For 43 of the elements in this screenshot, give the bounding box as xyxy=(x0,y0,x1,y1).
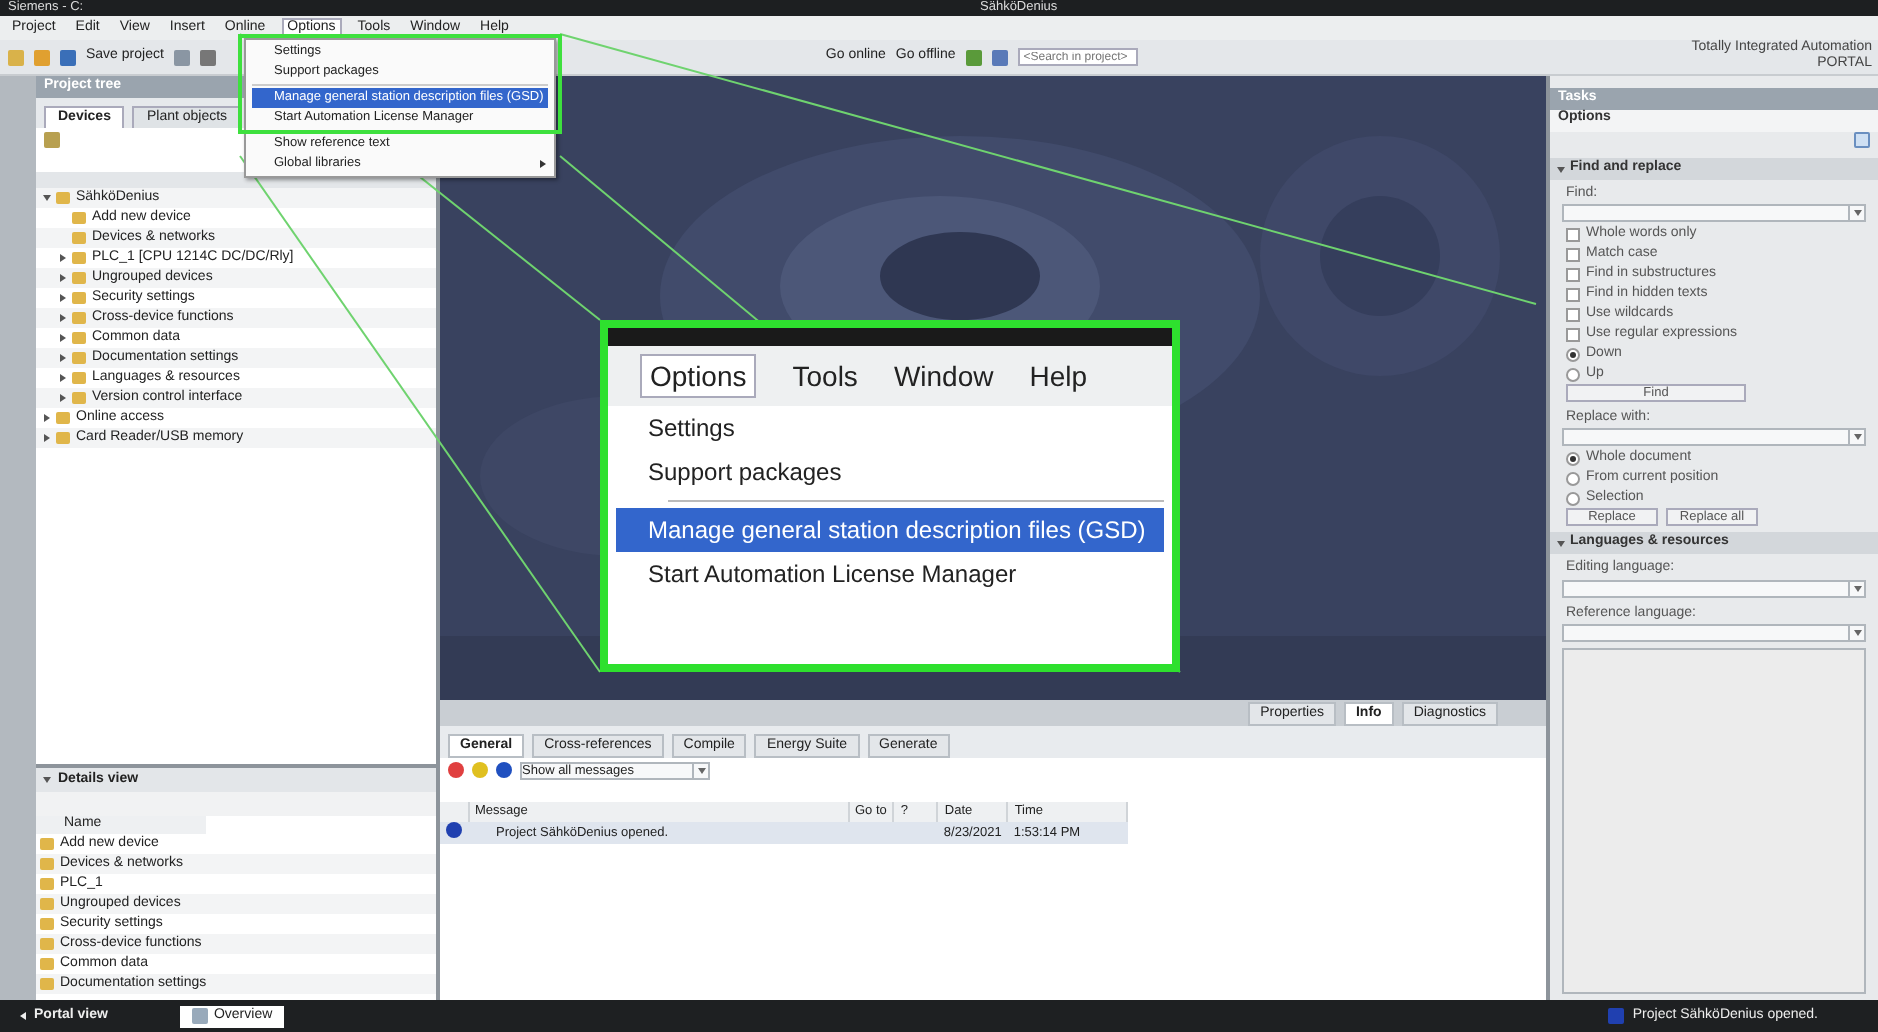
dropdown-arrow-icon xyxy=(1853,629,1861,636)
checkbox[interactable] xyxy=(1566,307,1580,322)
editing-language-field[interactable] xyxy=(1562,579,1866,598)
checkbox[interactable] xyxy=(1566,227,1580,242)
expand-arrow-icon[interactable] xyxy=(60,254,66,263)
dropdown-arrow-icon xyxy=(1853,434,1861,441)
find-field[interactable] xyxy=(1562,204,1866,223)
expand-arrow-icon[interactable] xyxy=(60,354,66,363)
expand-arrow-icon[interactable] xyxy=(60,374,66,383)
menu-item[interactable]: Window xyxy=(893,359,994,393)
replace-field[interactable] xyxy=(1562,428,1866,447)
expand-arrow-icon[interactable] xyxy=(60,334,66,343)
expand-arrow-icon[interactable] xyxy=(44,434,50,443)
expand-arrow-icon[interactable] xyxy=(60,394,66,403)
expand-arrow-icon[interactable] xyxy=(44,414,50,423)
radio-button[interactable] xyxy=(1566,491,1580,506)
radio-button[interactable] xyxy=(1566,471,1580,486)
menu-item[interactable]: Support packages xyxy=(616,450,1164,494)
submenu-arrow-icon xyxy=(540,160,546,168)
menu-item[interactable]: Tools xyxy=(792,359,858,393)
checkbox[interactable] xyxy=(1566,287,1580,302)
dropdown-arrow-icon xyxy=(1853,210,1861,217)
expand-arrow-icon[interactable] xyxy=(1557,540,1565,547)
menu-item[interactable]: Start Automation License Manager xyxy=(616,552,1164,596)
dropdown-arrow-icon xyxy=(1853,585,1861,592)
menu-item[interactable]: Help xyxy=(1029,359,1088,393)
menu-item[interactable]: Manage general station description files (GSD) xyxy=(616,508,1164,552)
expand-arrow-icon[interactable] xyxy=(1557,166,1565,172)
radio-button[interactable] xyxy=(1566,451,1580,466)
checkbox[interactable] xyxy=(1566,247,1580,262)
reference-language-field[interactable] xyxy=(1562,623,1866,642)
back-arrow-icon xyxy=(20,1011,26,1020)
expand-arrow-icon[interactable] xyxy=(60,294,66,303)
menu-item[interactable]: Options xyxy=(640,353,757,399)
collapse-arrow-icon[interactable] xyxy=(43,777,51,783)
radio-button[interactable] xyxy=(1566,347,1580,362)
checkbox[interactable] xyxy=(1566,327,1580,342)
checkbox[interactable] xyxy=(1566,267,1580,282)
dropdown-arrow-icon xyxy=(697,767,705,774)
menu-item[interactable]: Settings xyxy=(616,406,1164,450)
expand-arrow-icon[interactable] xyxy=(60,314,66,323)
expand-arrow-icon[interactable] xyxy=(60,274,66,283)
radio-button[interactable] xyxy=(1566,367,1580,382)
